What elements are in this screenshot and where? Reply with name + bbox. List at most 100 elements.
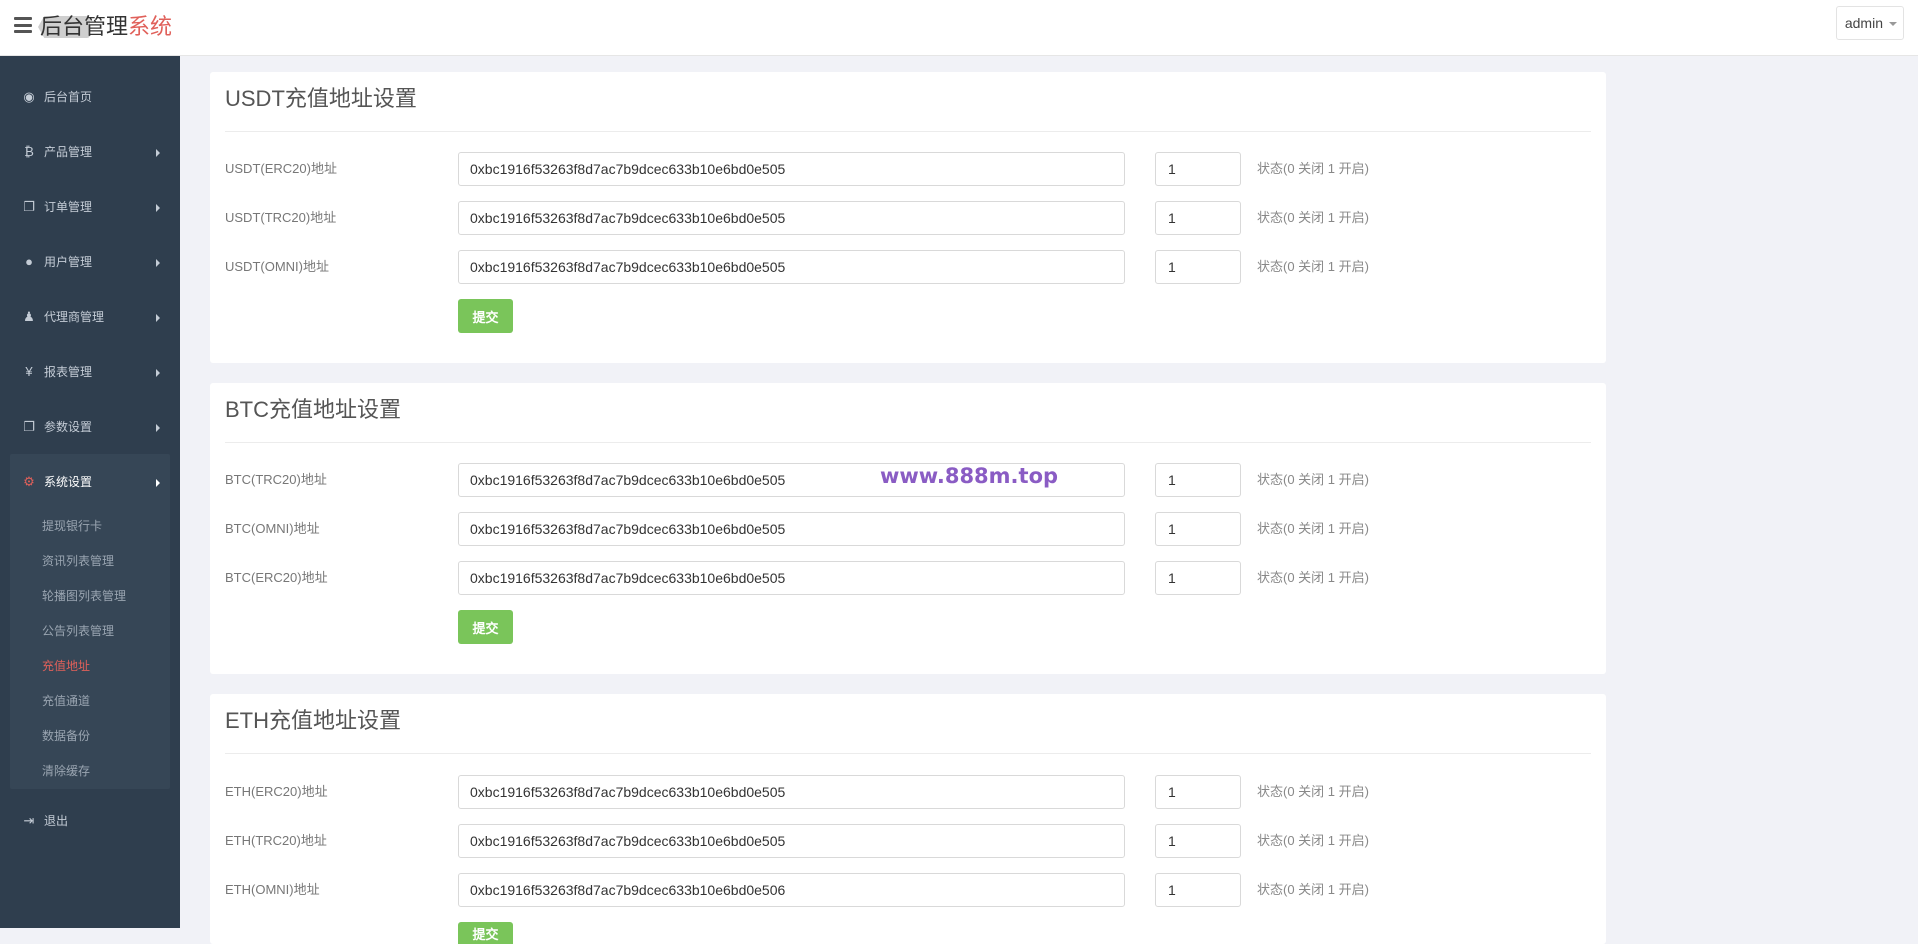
address-input[interactable] [458, 824, 1125, 858]
copy-icon: ❐ [23, 418, 35, 434]
address-input[interactable] [458, 201, 1125, 235]
status-input[interactable] [1155, 250, 1241, 284]
divider [225, 753, 1591, 754]
user-icon: ● [25, 254, 33, 269]
menu-toggle-icon[interactable] [14, 17, 32, 33]
status-input[interactable] [1155, 463, 1241, 497]
address-label: USDT(ERC20)地址 [225, 161, 337, 176]
address-row: ETH(OMNI)地址 状态(0 关闭 1 开启) [210, 873, 1606, 907]
sidebar-subitem-notices[interactable]: 公告列表管理 [10, 614, 170, 649]
dashboard-icon: ◉ [23, 88, 35, 104]
sidebar-subitem-backup[interactable]: 数据备份 [10, 719, 170, 754]
sidebar-item-logout[interactable]: ⇥ 退出 [0, 793, 180, 848]
address-row: USDT(ERC20)地址 状态(0 关闭 1 开启) [210, 152, 1606, 186]
sidebar-item-home[interactable]: ◉ 后台首页 [0, 69, 180, 124]
sidebar-subitem-clear-cache[interactable]: 清除缓存 [10, 754, 170, 789]
chevron-right-icon [156, 314, 160, 322]
status-input[interactable] [1155, 512, 1241, 546]
address-input[interactable] [458, 873, 1125, 907]
address-label: ETH(TRC20)地址 [225, 833, 327, 848]
section-title: BTC充值地址设置 [225, 397, 402, 422]
submit-button[interactable]: 提交 [458, 922, 513, 944]
address-label: BTC(ERC20)地址 [225, 570, 328, 585]
sidebar-subitem-deposit-channel[interactable]: 充值通道 [10, 684, 170, 719]
status-hint: 状态(0 关闭 1 开启) [1257, 161, 1369, 176]
app-title-main: 后台管理 [40, 14, 129, 39]
status-hint: 状态(0 关闭 1 开启) [1257, 210, 1369, 225]
sidebar-item-label: 系统设置 [44, 475, 93, 489]
submit-button[interactable]: 提交 [458, 610, 513, 644]
status-hint: 状态(0 关闭 1 开启) [1257, 570, 1369, 585]
sidebar-item-label: 后台首页 [44, 90, 93, 104]
sidebar-subitem-bank-card[interactable]: 提现银行卡 [10, 509, 170, 544]
section-btc: BTC充值地址设置 BTC(TRC20)地址 状态(0 关闭 1 开启) BTC… [210, 383, 1606, 674]
app-title-accent: 系统 [128, 14, 173, 39]
status-hint: 状态(0 关闭 1 开启) [1257, 784, 1369, 799]
address-label: USDT(TRC20)地址 [225, 210, 337, 225]
section-usdt: USDT充值地址设置 USDT(ERC20)地址 状态(0 关闭 1 开启) U… [210, 72, 1606, 363]
sidebar-item-label: 代理商管理 [44, 310, 105, 324]
address-row: ETH(TRC20)地址 状态(0 关闭 1 开启) [210, 824, 1606, 858]
sidebar-group-system: ⚙ 系统设置 提现银行卡 资讯列表管理 轮播图列表管理 公告列表管理 充值地址 … [10, 454, 170, 789]
sidebar: ◉ 后台首页 ₿ 产品管理 ❐ 订单管理 ● 用户管理 ♟ 代理商管理 ¥ 报表… [0, 56, 180, 928]
sidebar-item-reports[interactable]: ¥ 报表管理 [0, 344, 180, 399]
address-input[interactable] [458, 250, 1125, 284]
address-label: ETH(ERC20)地址 [225, 784, 328, 799]
sidebar-item-agents[interactable]: ♟ 代理商管理 [0, 289, 180, 344]
sidebar-item-label: 退出 [44, 814, 69, 828]
sidebar-item-products[interactable]: ₿ 产品管理 [0, 124, 180, 179]
sidebar-item-system-settings[interactable]: ⚙ 系统设置 [10, 454, 170, 509]
address-row: BTC(ERC20)地址 状态(0 关闭 1 开启) [210, 561, 1606, 595]
sidebar-item-params[interactable]: ❐ 参数设置 [0, 399, 180, 454]
status-input[interactable] [1155, 152, 1241, 186]
section-title: USDT充值地址设置 [225, 86, 417, 111]
address-label: ETH(OMNI)地址 [225, 882, 320, 897]
sidebar-item-orders[interactable]: ❐ 订单管理 [0, 179, 180, 234]
address-row: BTC(OMNI)地址 状态(0 关闭 1 开启) [210, 512, 1606, 546]
chevron-right-icon [156, 204, 160, 212]
sidebar-subitem-news[interactable]: 资讯列表管理 [10, 544, 170, 579]
hamburger-line [14, 30, 32, 33]
hamburger-line [14, 23, 32, 27]
bitcoin-icon: ₿ [24, 144, 34, 159]
user-name: admin [1844, 15, 1883, 31]
status-input[interactable] [1155, 824, 1241, 858]
address-row: USDT(OMNI)地址 状态(0 关闭 1 开启) [210, 250, 1606, 284]
hamburger-line [14, 17, 32, 20]
address-input[interactable] [458, 512, 1125, 546]
submit-button[interactable]: 提交 [458, 299, 513, 333]
cogs-icon: ⚙ [23, 473, 35, 489]
section-title: ETH充值地址设置 [225, 708, 402, 733]
address-row: USDT(TRC20)地址 状态(0 关闭 1 开启) [210, 201, 1606, 235]
status-hint: 状态(0 关闭 1 开启) [1257, 521, 1369, 536]
divider [225, 442, 1591, 443]
divider [225, 131, 1591, 132]
address-label: BTC(TRC20)地址 [225, 472, 327, 487]
top-header: 后台管理系统 admin [0, 0, 1918, 56]
sidebar-item-label: 报表管理 [44, 365, 93, 379]
chevron-right-icon [156, 369, 160, 377]
address-label: BTC(OMNI)地址 [225, 521, 320, 536]
chevron-right-icon [156, 424, 160, 432]
caret-down-icon [1889, 22, 1897, 26]
app-title: 后台管理系统 [40, 12, 172, 42]
address-label: USDT(OMNI)地址 [225, 259, 329, 274]
sidebar-item-users[interactable]: ● 用户管理 [0, 234, 180, 289]
address-input[interactable] [458, 152, 1125, 186]
status-input[interactable] [1155, 873, 1241, 907]
address-input[interactable] [458, 561, 1125, 595]
user-dropdown[interactable]: admin [1835, 6, 1904, 40]
section-eth: ETH充值地址设置 ETH(ERC20)地址 状态(0 关闭 1 开启) ETH… [210, 694, 1606, 944]
sidebar-subitem-deposit-address[interactable]: 充值地址 [10, 649, 170, 684]
chevron-right-icon [156, 259, 160, 267]
sitemap-icon: ♟ [23, 308, 35, 324]
status-input[interactable] [1155, 201, 1241, 235]
status-input[interactable] [1155, 561, 1241, 595]
sidebar-subitem-banners[interactable]: 轮播图列表管理 [10, 579, 170, 614]
status-hint: 状态(0 关闭 1 开启) [1257, 882, 1369, 897]
sidebar-item-label: 产品管理 [44, 145, 93, 159]
status-input[interactable] [1155, 775, 1241, 809]
chevron-right-icon [156, 479, 160, 487]
address-row: ETH(ERC20)地址 状态(0 关闭 1 开启) [210, 775, 1606, 809]
address-input[interactable] [458, 775, 1125, 809]
